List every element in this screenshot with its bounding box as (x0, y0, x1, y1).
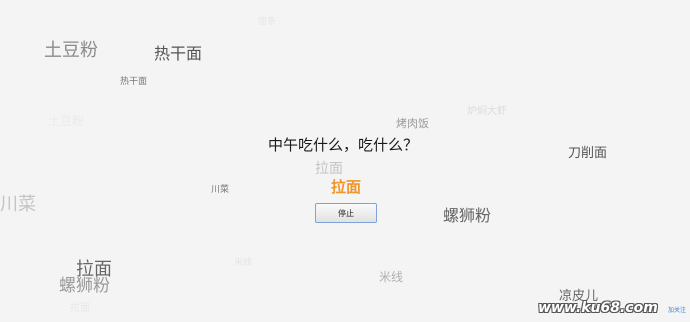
floating-food-item: 热干面 (154, 44, 203, 63)
floating-food-item: 米线 (234, 258, 253, 268)
app-stage: 土豆粉 热干面 热干面 烤肉饭 炉焖大虾 刀削面 拉面 川菜 川菜 螺狮粉 拉面… (0, 0, 690, 322)
floating-food-item: 螺狮粉 (443, 206, 492, 225)
floating-food-item: 烤肉饭 (396, 117, 429, 130)
floating-food-item: 土豆粉 (44, 40, 98, 61)
floating-food-item: 米线 (379, 270, 404, 284)
watermark-follow-tag: 加关注 (668, 307, 687, 314)
floating-food-item: 土豆粉 (48, 114, 85, 128)
question-heading: 中午吃什么，吃什么？ (268, 136, 419, 154)
floating-food-item: 刀削面 (568, 146, 608, 161)
stop-button[interactable]: 停止 (315, 203, 377, 223)
floating-food-item: 拉面 (70, 303, 90, 314)
floating-food-item: 拉面 (315, 161, 343, 177)
site-watermark: www.ku68.com (538, 300, 658, 316)
floating-food-item: 面条 (258, 17, 277, 27)
selected-food-result: 拉面 (331, 178, 362, 196)
floating-food-item: 炉焖大虾 (467, 106, 507, 117)
floating-food-item: 螺狮粉 (59, 276, 110, 296)
floating-food-item: 川菜 (0, 194, 36, 215)
floating-food-item: 热干面 (120, 77, 148, 87)
floating-food-item: 川菜 (211, 185, 230, 195)
